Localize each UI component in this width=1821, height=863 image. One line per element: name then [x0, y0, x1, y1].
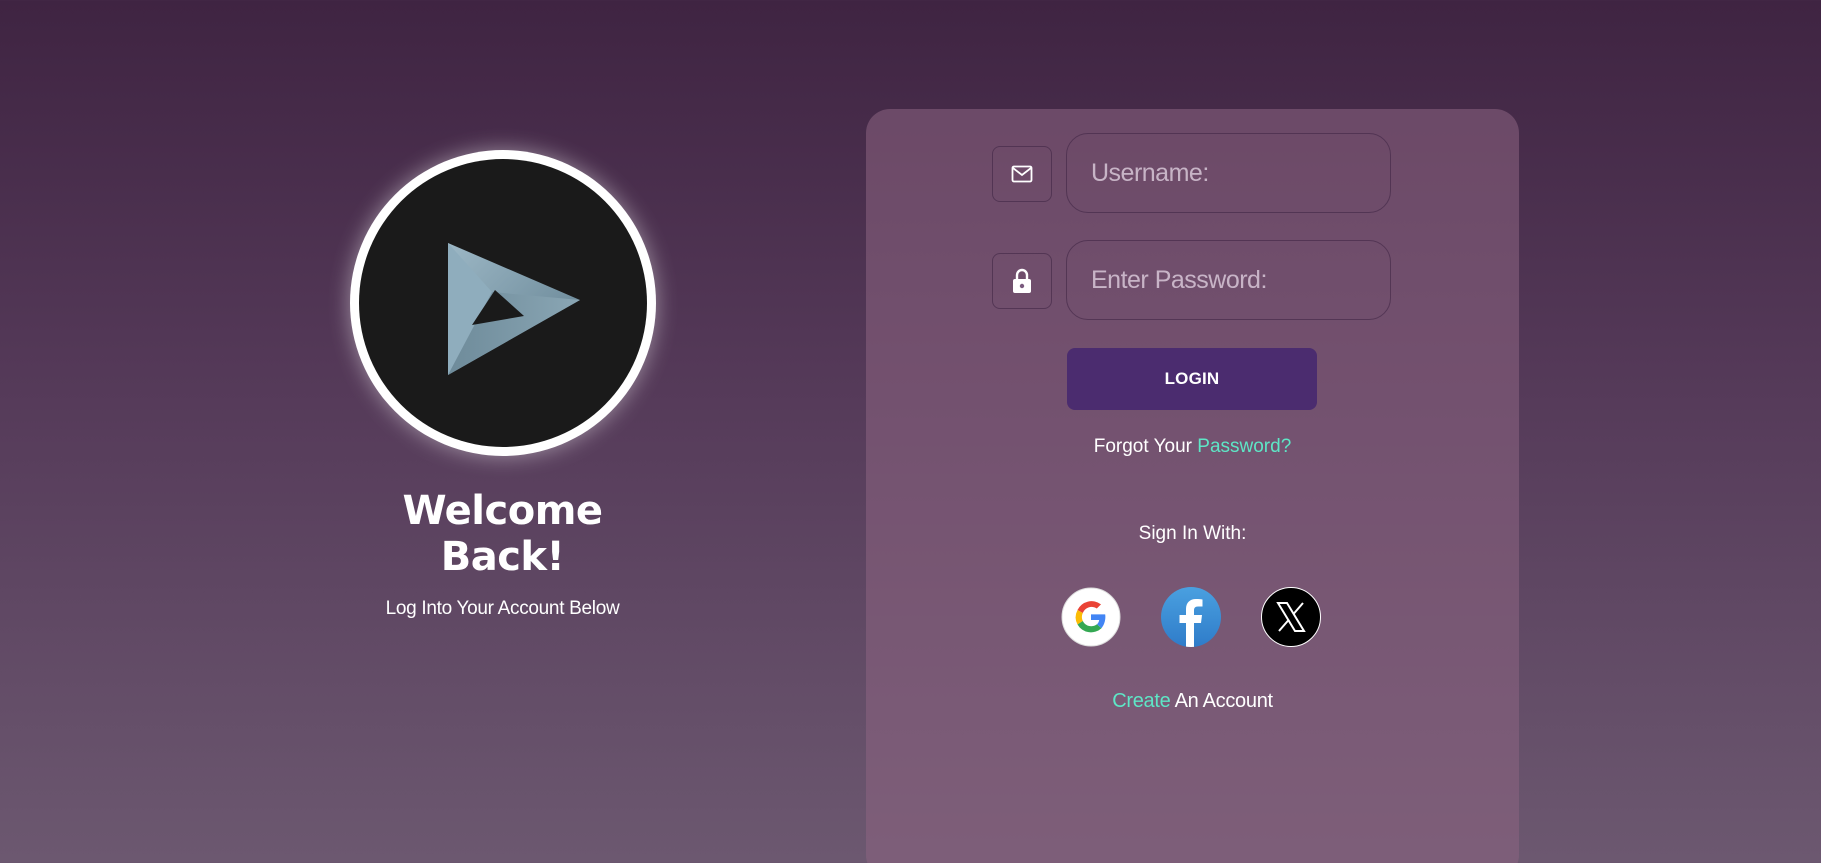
sign-in-with-heading: Sign In With: [1138, 523, 1247, 544]
forgot-password-link[interactable]: Password? [1197, 436, 1291, 457]
create-account: Create An Account [866, 690, 1519, 713]
login-card: LOGIN Forgot Your Password? Sign In With… [866, 109, 1519, 863]
x-sign-in-button[interactable] [1261, 587, 1321, 647]
forgot-prefix: Forgot Your [1093, 436, 1192, 457]
forgot-password: Forgot Your Password? [866, 436, 1519, 458]
mail-icon [992, 146, 1052, 202]
create-account-suffix: An Account [1174, 690, 1273, 712]
logo [349, 150, 656, 456]
welcome-subtitle: Log Into Your Account Below [385, 598, 620, 619]
google-sign-in-button[interactable] [1061, 587, 1121, 647]
welcome-title: Welcome Back! [402, 488, 603, 580]
login-button[interactable]: LOGIN [1067, 348, 1317, 410]
google-icon [1061, 587, 1121, 647]
welcome-panel: Welcome Back! Log Into Your Account Belo… [340, 150, 665, 620]
play-triangle-logo-icon [358, 159, 647, 447]
facebook-icon [1161, 587, 1221, 647]
x-icon [1261, 587, 1321, 647]
create-account-link[interactable]: Create [1112, 690, 1171, 712]
password-input[interactable] [1066, 240, 1391, 320]
lock-icon [992, 253, 1052, 309]
facebook-sign-in-button[interactable] [1161, 587, 1221, 647]
username-input[interactable] [1066, 133, 1391, 213]
